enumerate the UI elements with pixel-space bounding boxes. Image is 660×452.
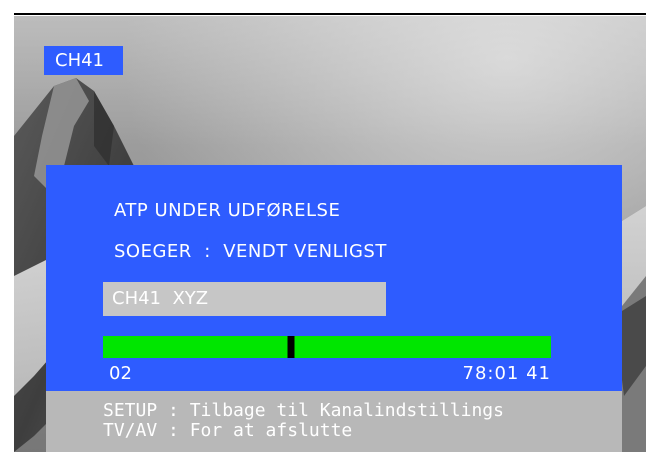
channel-badge: CH41 xyxy=(44,46,123,75)
search-status-text: SOEGER : VENDT VENLIGST xyxy=(114,241,387,262)
setup-key-hint: SETUP : Tilbage til Kanalindstillings xyxy=(103,400,504,421)
current-channel-field: CH41 XYZ xyxy=(103,282,386,316)
scan-progress-bar xyxy=(103,336,551,358)
key-hints-footer: SETUP : Tilbage til Kanalindstillings TV… xyxy=(46,391,622,452)
atp-status-text: ATP UNDER UDFØRELSE xyxy=(114,200,341,221)
progress-marker xyxy=(287,336,295,358)
tvav-key-hint: TV/AV : For at afslutte xyxy=(103,420,353,441)
top-divider xyxy=(14,13,646,15)
atp-dialog: ATP UNDER UDFØRELSE SOEGER : VENDT VENLI… xyxy=(46,165,622,391)
progress-frequency-label: 78:01 41 xyxy=(462,363,551,384)
progress-start-label: 02 xyxy=(109,363,132,384)
